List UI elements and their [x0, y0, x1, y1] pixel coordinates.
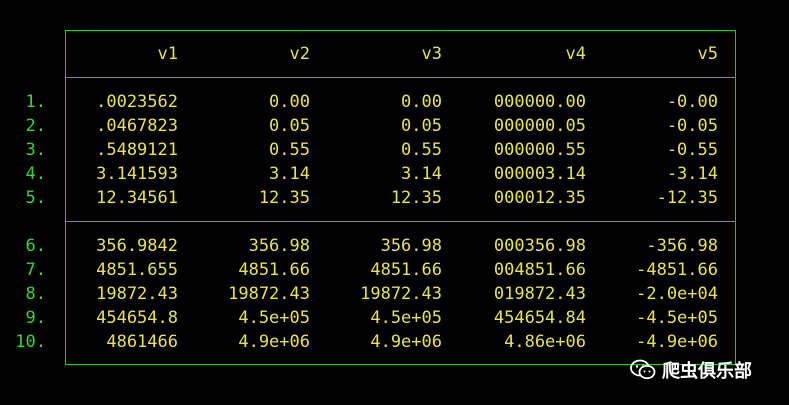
table-cell-v4: 000000.55	[493, 140, 586, 160]
table-cell-v3: 0.55	[401, 140, 442, 160]
table-cell-v2: 4.5e+05	[238, 308, 310, 328]
table-cell-v3: 3.14	[401, 164, 442, 184]
table-cell-v1: .0467823	[96, 116, 178, 136]
table-cell-v3: 0.05	[401, 116, 442, 136]
table-cell-v5: -4.9e+06	[636, 332, 718, 352]
table-cell-v1: 12.34561	[96, 188, 178, 208]
table-cell-v1: 3.141593	[96, 164, 178, 184]
table-cell-v3: 4851.66	[370, 260, 442, 280]
table-cell-v5: -12.35	[656, 188, 718, 208]
column-header-v5: v5	[697, 44, 718, 64]
table-cell-v2: 19872.43	[228, 284, 310, 304]
table-cell-v1: 454654.8	[96, 308, 178, 328]
table-cell-v1: 4851.655	[96, 260, 178, 280]
watermark-text: 爬虫俱乐部	[662, 361, 752, 382]
header-divider	[65, 77, 736, 78]
table-cell-v1: .5489121	[96, 140, 178, 160]
table-cell-v3: 12.35	[390, 188, 442, 208]
table-cell-v3: 0.00	[401, 92, 442, 112]
table-cell-v5: -4851.66	[636, 260, 718, 280]
table-cell-v4: 000012.35	[493, 188, 586, 208]
table-cell-v4: 454654.84	[493, 308, 586, 328]
column-header-v4: v4	[565, 44, 586, 64]
wechat-icon	[630, 359, 656, 381]
table-cell-v5: -356.98	[646, 236, 718, 256]
row-number: 7.	[25, 260, 46, 280]
table-cell-v3: 356.98	[380, 236, 442, 256]
row-number: 1.	[25, 92, 46, 112]
table-cell-v4: 000003.14	[493, 164, 586, 184]
watermark: 爬虫俱乐部	[630, 356, 752, 384]
table-cell-v2: 0.00	[269, 92, 310, 112]
row-number: 9.	[25, 308, 46, 328]
table-cell-v5: -3.14	[666, 164, 718, 184]
table-cell-v2: 4.9e+06	[238, 332, 310, 352]
row-number: 2.	[25, 116, 46, 136]
row-number: 3.	[25, 140, 46, 160]
table-cell-v3: 4.9e+06	[370, 332, 442, 352]
row-number: 6.	[25, 236, 46, 256]
row-number: 4.	[25, 164, 46, 184]
table-cell-v4: 000000.05	[493, 116, 586, 136]
table-cell-v1: 356.9842	[96, 236, 178, 256]
column-header-v1: v1	[157, 44, 178, 64]
table-cell-v4: 000356.98	[493, 236, 586, 256]
table-cell-v3: 4.5e+05	[370, 308, 442, 328]
column-header-v2: v2	[289, 44, 310, 64]
table-cell-v2: 12.35	[258, 188, 310, 208]
table-cell-v4: 004851.66	[493, 260, 586, 280]
group-divider	[65, 221, 736, 222]
table-cell-v5: -2.0e+04	[636, 284, 718, 304]
table-cell-v2: 0.05	[269, 116, 310, 136]
table-cell-v5: -0.00	[666, 92, 718, 112]
table-cell-v1: 4861466	[106, 332, 178, 352]
table-cell-v5: -0.55	[666, 140, 718, 160]
table-cell-v5: -4.5e+05	[636, 308, 718, 328]
column-header-v3: v3	[421, 44, 442, 64]
table-cell-v4: 4.86e+06	[504, 332, 586, 352]
table-cell-v1: 19872.43	[96, 284, 178, 304]
row-number: 5.	[25, 188, 46, 208]
table-cell-v4: 000000.00	[493, 92, 586, 112]
table-cell-v4: 019872.43	[493, 284, 586, 304]
row-number: 8.	[25, 284, 46, 304]
row-number: 10.	[15, 332, 46, 352]
table-cell-v5: -0.05	[666, 116, 718, 136]
table-cell-v2: 4851.66	[238, 260, 310, 280]
table-cell-v2: 0.55	[269, 140, 310, 160]
table-cell-v1: .0023562	[96, 92, 178, 112]
table-cell-v3: 19872.43	[360, 284, 442, 304]
table-cell-v2: 356.98	[248, 236, 310, 256]
table-cell-v2: 3.14	[269, 164, 310, 184]
